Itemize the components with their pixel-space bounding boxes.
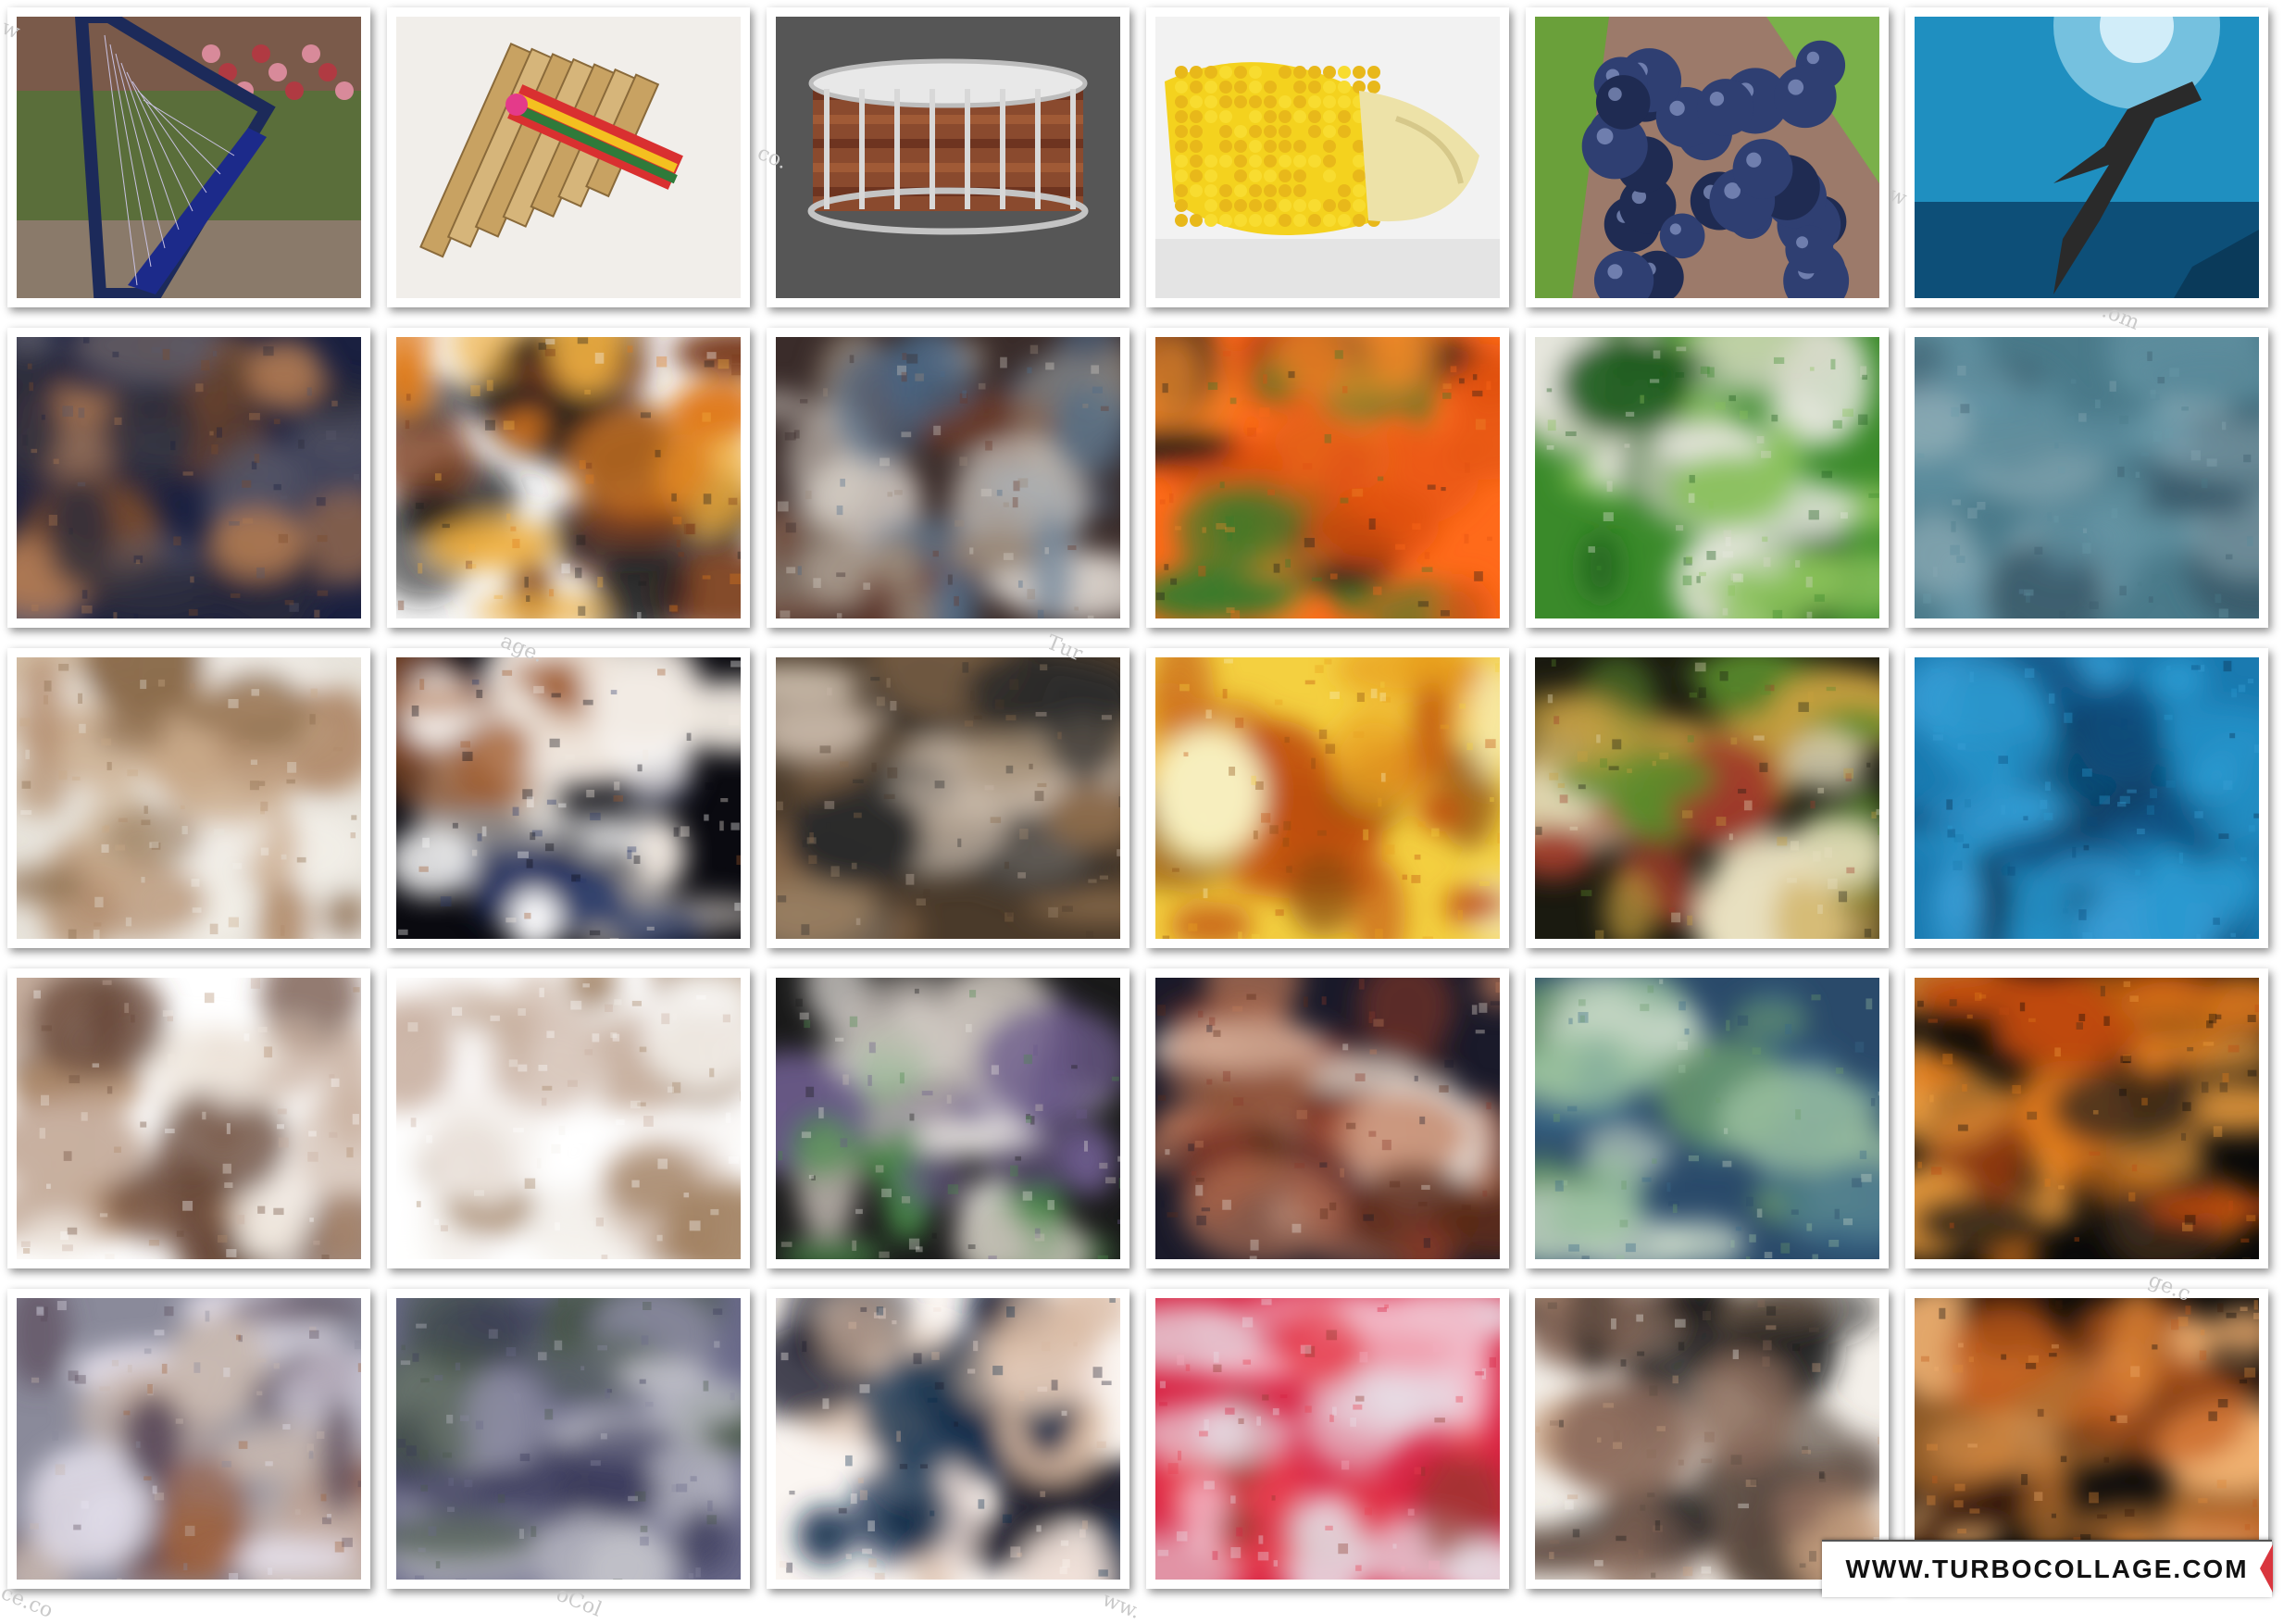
blurred-photo xyxy=(776,337,1120,618)
blurred-photo xyxy=(776,1298,1120,1580)
blurred-photo xyxy=(17,1298,361,1580)
shark-photo-tile xyxy=(1905,7,2268,307)
shark-photo xyxy=(1915,17,2259,298)
blurred-photo xyxy=(396,1298,741,1580)
blurred-photo-tile xyxy=(1905,648,2268,948)
blurred-photo-tile xyxy=(1526,648,1889,948)
blurred-photo xyxy=(776,978,1120,1259)
blurred-photo xyxy=(1535,337,1879,618)
blurred-photo xyxy=(1915,337,2259,618)
blurred-photo-tile xyxy=(1905,968,2268,1268)
blurred-photo xyxy=(1155,1298,1500,1580)
site-banner: WWW.TURBOCOLLAGE.COM xyxy=(1822,1540,2272,1597)
blurred-photo xyxy=(396,337,741,618)
snare-drum-photo xyxy=(776,17,1120,298)
banner-arrow-icon xyxy=(2260,1544,2273,1593)
blurred-photo-tile xyxy=(1146,648,1509,948)
blurred-photo xyxy=(1535,657,1879,939)
blurred-photo xyxy=(396,657,741,939)
pan-flute-photo-tile xyxy=(387,7,750,307)
blurred-photo-tile xyxy=(767,328,1129,628)
blurred-photo-tile xyxy=(387,648,750,948)
snare-drum-photo-tile xyxy=(767,7,1129,307)
grapes-photo xyxy=(1535,17,1879,298)
blurred-photo-tile xyxy=(1526,968,1889,1268)
blurred-photo-tile xyxy=(387,968,750,1268)
blurred-photo-tile xyxy=(1146,328,1509,628)
blurred-photo xyxy=(1915,1298,2259,1580)
blurred-photo xyxy=(17,978,361,1259)
blurred-photo xyxy=(1535,978,1879,1259)
harp-photo-tile xyxy=(7,7,370,307)
blurred-photo xyxy=(1535,1298,1879,1580)
blurred-photo-tile xyxy=(387,328,750,628)
blurred-photo-tile xyxy=(767,1289,1129,1589)
blurred-photo-tile xyxy=(1905,328,2268,628)
grapes-photo-tile xyxy=(1526,7,1889,307)
corn-photo xyxy=(1155,17,1500,298)
pan-flute-photo xyxy=(396,17,741,298)
banner-text: WWW.TURBOCOLLAGE.COM xyxy=(1845,1555,2248,1584)
corn-photo-tile xyxy=(1146,7,1509,307)
blurred-photo-tile xyxy=(7,1289,370,1589)
blurred-photo xyxy=(1155,337,1500,618)
blurred-photo xyxy=(1155,978,1500,1259)
blurred-photo xyxy=(17,337,361,618)
blurred-photo-tile xyxy=(7,328,370,628)
blurred-photo-tile xyxy=(767,968,1129,1268)
blurred-photo-tile xyxy=(1526,328,1889,628)
blurred-photo-tile xyxy=(767,648,1129,948)
blurred-photo xyxy=(1155,657,1500,939)
photo-collage xyxy=(0,0,2296,1618)
blurred-photo-tile xyxy=(1146,1289,1509,1589)
blurred-photo-tile xyxy=(1146,968,1509,1268)
blurred-photo xyxy=(17,657,361,939)
blurred-photo-tile xyxy=(7,968,370,1268)
blurred-photo xyxy=(776,657,1120,939)
blurred-photo-tile xyxy=(7,648,370,948)
blurred-photo-tile xyxy=(387,1289,750,1589)
harp-photo xyxy=(17,17,361,298)
blurred-photo xyxy=(1915,978,2259,1259)
blurred-photo xyxy=(1915,657,2259,939)
blurred-photo xyxy=(396,978,741,1259)
